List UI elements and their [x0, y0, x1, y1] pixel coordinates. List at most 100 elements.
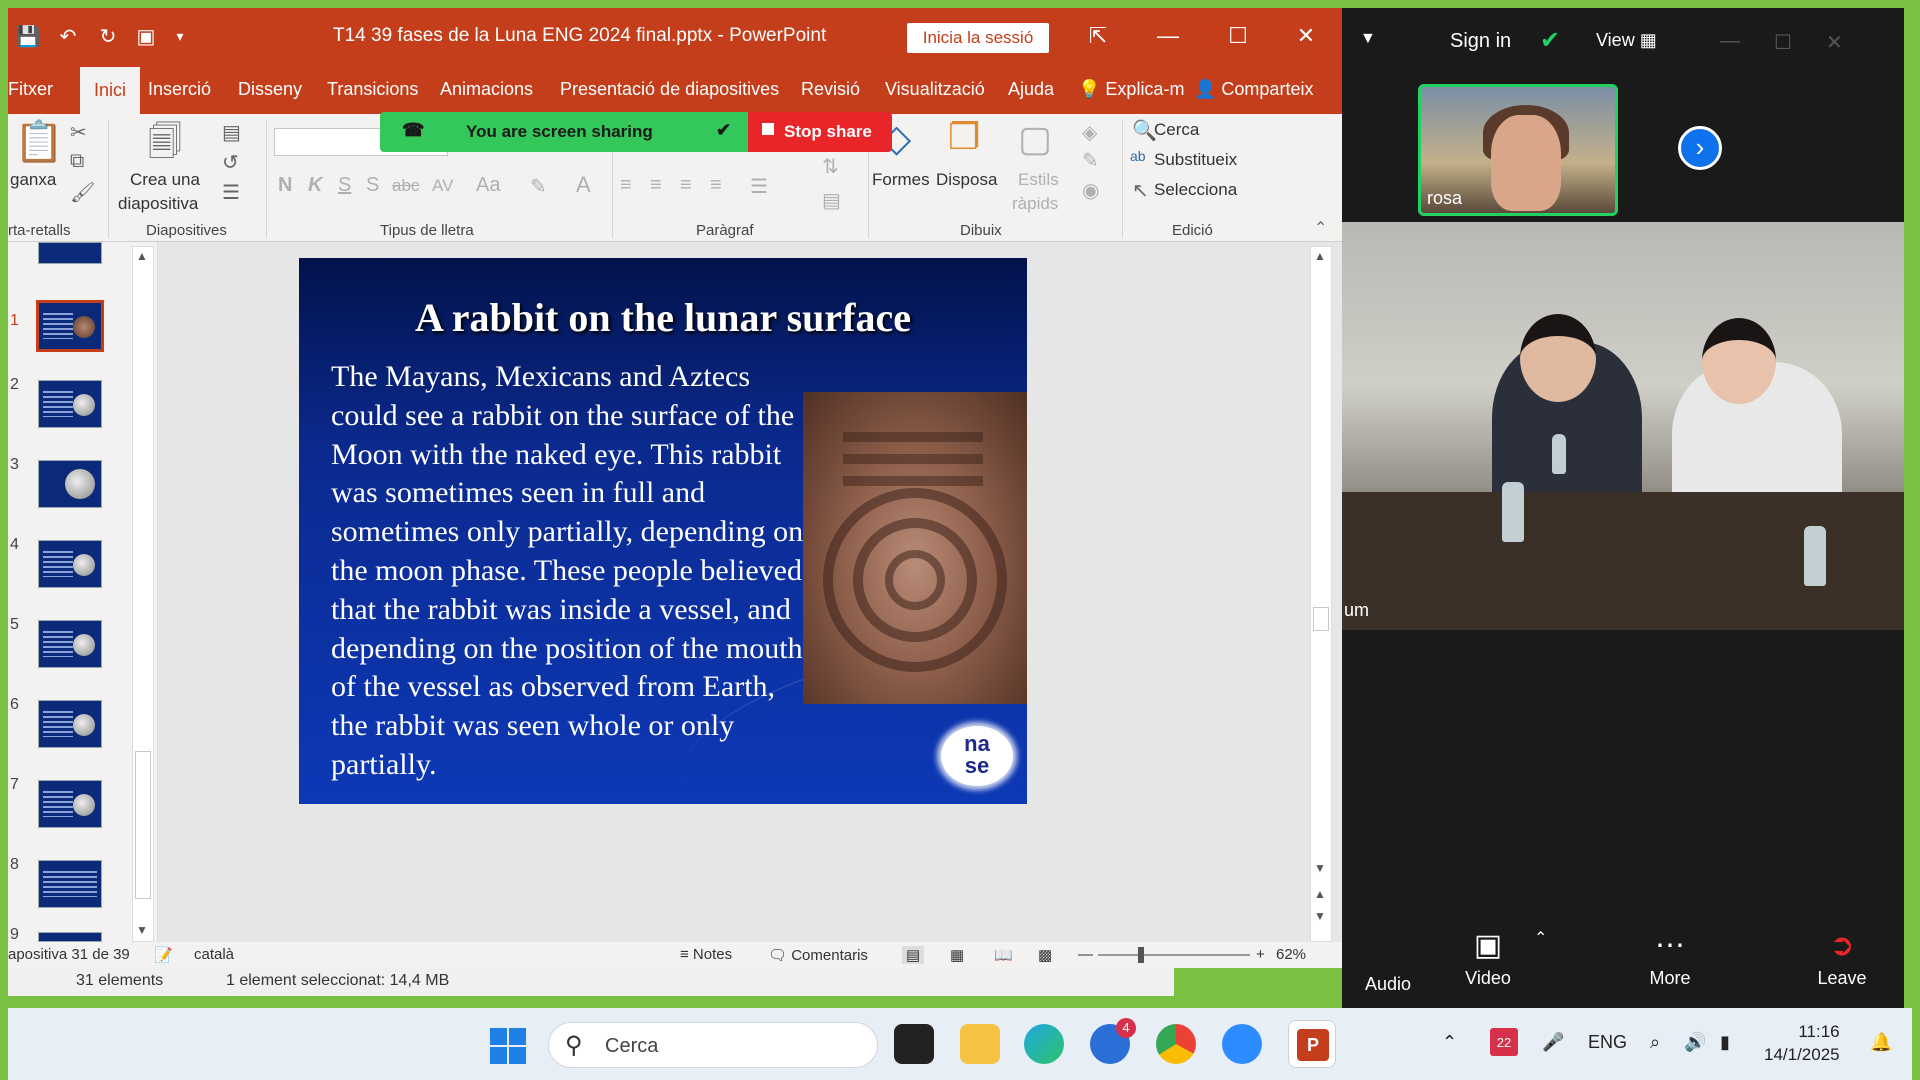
- new-slide-icon[interactable]: 🗐: [148, 118, 182, 175]
- leave-button[interactable]: ➲ Leave: [1792, 924, 1892, 989]
- signin-button[interactable]: Inicia la sessió: [907, 23, 1049, 53]
- align-left-icon[interactable]: ≡: [620, 174, 632, 197]
- chevron-down-icon[interactable]: ▼: [1360, 30, 1376, 48]
- arrange-icon[interactable]: ❐: [948, 116, 980, 158]
- slide-thumbnail[interactable]: [38, 620, 102, 668]
- shape-effects-icon[interactable]: ◉: [1082, 178, 1099, 203]
- paste-icon[interactable]: 📋: [14, 118, 64, 165]
- audio-button[interactable]: Audio: [1338, 974, 1438, 995]
- ribbon-display-icon[interactable]: ⇱: [1066, 8, 1130, 64]
- quick-styles-icon[interactable]: ▢: [1018, 118, 1052, 160]
- slide-scrollbar[interactable]: ▲ ▼ ▲ ▼: [1310, 246, 1332, 942]
- tab-insert[interactable]: Inserció: [148, 64, 211, 114]
- customize-toolbar-icon[interactable]: ▾: [166, 22, 194, 50]
- slide-thumbnail-selected[interactable]: [36, 300, 104, 352]
- tab-view[interactable]: Visualització: [885, 64, 985, 114]
- shape-fill-icon[interactable]: ◈: [1082, 120, 1097, 145]
- language-indicator[interactable]: català: [194, 946, 234, 963]
- battery-icon[interactable]: ▮: [1720, 1032, 1730, 1053]
- reading-view-icon[interactable]: 📖: [994, 946, 1013, 964]
- replace-icon[interactable]: ab: [1130, 148, 1146, 164]
- shapes-label[interactable]: Formes: [872, 170, 930, 190]
- new-slide-line2[interactable]: diapositiva: [118, 194, 198, 214]
- highlight-icon[interactable]: ✎: [530, 174, 547, 199]
- slide-thumbnail[interactable]: [38, 860, 102, 908]
- close-icon[interactable]: ✕: [1274, 8, 1338, 64]
- video-options-icon[interactable]: ⌃: [1534, 928, 1547, 948]
- scroll-up-icon[interactable]: ▲: [136, 249, 148, 263]
- strikethrough-button[interactable]: abc: [392, 176, 419, 196]
- find-label[interactable]: Cerca: [1154, 120, 1199, 140]
- file-explorer-icon[interactable]: [960, 1024, 1000, 1064]
- select-icon[interactable]: ↖: [1132, 178, 1149, 203]
- input-language[interactable]: ENG: [1588, 1032, 1627, 1053]
- tab-help[interactable]: Ajuda: [1008, 64, 1054, 114]
- security-shield-icon[interactable]: ✔: [1540, 26, 1560, 55]
- underline-button[interactable]: S: [338, 174, 351, 197]
- slide-sorter-icon[interactable]: ▦: [950, 946, 964, 964]
- thumbnail-scrollbar[interactable]: ▲ ▼: [132, 246, 154, 942]
- justify-icon[interactable]: ≡: [710, 174, 722, 197]
- align-center-icon[interactable]: ≡: [650, 174, 662, 197]
- minimize-icon[interactable]: —: [1136, 8, 1200, 64]
- slide-thumbnail[interactable]: [38, 242, 102, 264]
- slide-title[interactable]: A rabbit on the lunar surface: [299, 294, 1027, 341]
- align-text-icon[interactable]: ▤: [822, 188, 841, 213]
- notifications-bell-icon[interactable]: 🔔: [1870, 1032, 1892, 1053]
- slide-thumbnail[interactable]: [38, 380, 102, 428]
- comments-button[interactable]: 🗨 Comentaris: [768, 946, 868, 964]
- zoom-app-icon[interactable]: [1222, 1024, 1262, 1064]
- current-slide[interactable]: A rabbit on the lunar surface The Mayans…: [299, 258, 1027, 804]
- slide-thumbnail[interactable]: [38, 700, 102, 748]
- tab-tell-me[interactable]: 💡 Explica-m: [1078, 64, 1184, 114]
- zoom-out-icon[interactable]: —: [1078, 946, 1093, 963]
- text-direction-icon[interactable]: ⇅: [822, 154, 839, 179]
- italic-button[interactable]: K: [308, 174, 322, 197]
- aztec-stone-rabbit-image[interactable]: [803, 392, 1027, 704]
- tab-design[interactable]: Disseny: [238, 64, 302, 114]
- wifi-icon[interactable]: ⌕: [1650, 1032, 1660, 1053]
- main-video-feed[interactable]: um: [1342, 222, 1904, 630]
- chrome-icon[interactable]: [1156, 1024, 1196, 1064]
- copy-icon[interactable]: ⧉: [70, 150, 84, 173]
- tab-slideshow[interactable]: Presentació de diapositives: [560, 64, 779, 114]
- scroll-up-icon[interactable]: ▲: [1314, 249, 1326, 263]
- bold-button[interactable]: N: [278, 174, 292, 197]
- font-color-icon[interactable]: A: [576, 172, 591, 198]
- powerpoint-taskbar-button[interactable]: P: [1288, 1020, 1336, 1068]
- notes-button[interactable]: ≡ Notes: [680, 946, 732, 963]
- slide-thumbnail[interactable]: [38, 780, 102, 828]
- stop-share-button[interactable]: Stop share: [748, 112, 892, 152]
- change-case-button[interactable]: Aa: [476, 174, 500, 197]
- undo-icon[interactable]: ↶: [54, 22, 82, 50]
- layout-icon[interactable]: ▤: [222, 120, 241, 145]
- columns-icon[interactable]: ☰: [750, 174, 768, 199]
- next-slide-icon[interactable]: ▼: [1314, 909, 1326, 923]
- cut-icon[interactable]: ✂: [70, 120, 87, 145]
- edge-icon[interactable]: [1024, 1024, 1064, 1064]
- paste-label[interactable]: ganxa: [10, 170, 56, 190]
- scroll-down-icon[interactable]: ▼: [136, 923, 148, 937]
- tab-animations[interactable]: Animacions: [440, 64, 533, 114]
- shadow-button[interactable]: S: [366, 174, 379, 197]
- quick-styles-line1[interactable]: Estils: [1018, 170, 1059, 190]
- arrange-label[interactable]: Disposa: [936, 170, 997, 190]
- video-button[interactable]: ▣ Video: [1438, 924, 1538, 989]
- quick-styles-line2[interactable]: ràpids: [1012, 194, 1058, 214]
- new-slide-line1[interactable]: Crea una: [130, 170, 200, 190]
- participant-tile-rosa[interactable]: rosa: [1418, 84, 1618, 216]
- zoom-slider-thumb[interactable]: [1138, 947, 1144, 963]
- show-hidden-icons[interactable]: ⌃: [1442, 1032, 1457, 1053]
- spellcheck-icon[interactable]: 📝: [154, 946, 173, 964]
- zoom-slider[interactable]: [1098, 947, 1250, 963]
- scroll-down-icon[interactable]: ▼: [1314, 861, 1326, 875]
- replace-label[interactable]: Substitueix: [1154, 150, 1237, 170]
- scrollbar-thumb[interactable]: [1313, 607, 1329, 631]
- taskbar-search[interactable]: ⚲ Cerca: [548, 1022, 878, 1068]
- next-page-button[interactable]: ›: [1678, 126, 1722, 170]
- present-icon[interactable]: ▣: [132, 22, 160, 50]
- collapse-ribbon-icon[interactable]: ⌃: [1314, 218, 1327, 238]
- reset-icon[interactable]: ↺: [222, 150, 239, 175]
- zoom-minimize-icon[interactable]: —: [1720, 30, 1740, 53]
- start-button[interactable]: [490, 1028, 526, 1064]
